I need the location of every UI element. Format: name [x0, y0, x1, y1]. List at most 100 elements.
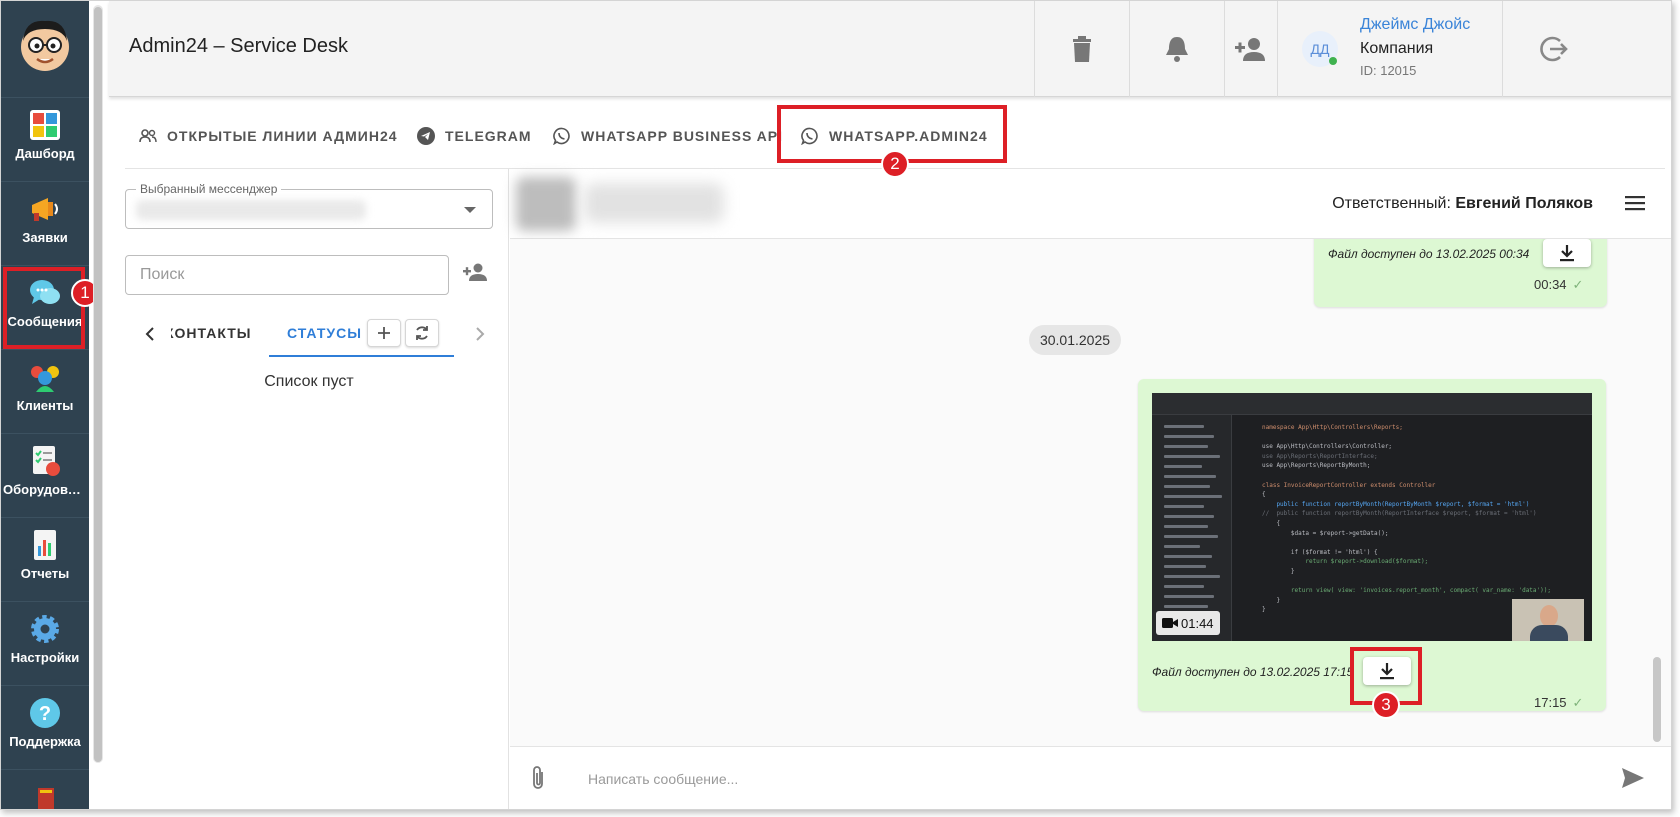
code-line: }: [1262, 567, 1295, 575]
chevron-left-icon[interactable]: [145, 327, 155, 341]
app-window: Дашборд Заявки Сообщения Клиенты Оборудо…: [0, 0, 1672, 810]
video-preview[interactable]: namespace App\Http\Controllers\Reports; …: [1152, 393, 1592, 641]
ide-toolbar: [1152, 393, 1592, 415]
sidebar-item-reports[interactable]: Отчеты: [1, 517, 89, 601]
sidebar-item-settings[interactable]: Настройки: [1, 601, 89, 685]
paperclip-icon[interactable]: [530, 765, 546, 791]
send-icon[interactable]: [1621, 767, 1645, 789]
user-company: Компания: [1360, 40, 1434, 57]
checklist-icon: [33, 446, 60, 476]
code-line: return $report->download($format);: [1262, 558, 1429, 566]
annotation-badge-3: 3: [1372, 691, 1400, 719]
messenger-select[interactable]: Выбранный мессенджер: [125, 182, 493, 229]
download-icon: [1560, 245, 1574, 262]
sidebar-item-label: Отчеты: [20, 566, 70, 581]
code-line: namespace App\Http\Controllers\Reports;: [1262, 424, 1403, 431]
logout-icon: [1539, 36, 1568, 62]
file-availability-note: Файл доступен до 13.02.2025 00:34: [1328, 247, 1530, 261]
sidebar-item-dashboard[interactable]: Дашборд: [1, 97, 89, 181]
sidebar-item-label: Заявки: [22, 230, 68, 245]
users-group-icon: [31, 366, 59, 392]
sidebar-scrollbar[interactable]: [93, 5, 103, 763]
callout-messages: [3, 267, 85, 349]
tab-label: WHATSAPP BUSINESS API: [581, 128, 783, 144]
chat-header: Ответственный: Евгений Поляков: [510, 169, 1671, 239]
code-line: class InvoiceReportController extends Co…: [1262, 481, 1436, 489]
code-line: }: [1262, 596, 1281, 604]
scrollbar-thumb[interactable]: [94, 7, 102, 762]
bell-icon: [1166, 37, 1188, 62]
tab-contacts[interactable]: КОНТАКТЫ: [171, 309, 261, 357]
tab-statuses[interactable]: СТАТУСЫ: [287, 309, 362, 357]
sidebar-item-clients[interactable]: Клиенты: [1, 349, 89, 433]
search-input[interactable]: [125, 255, 449, 295]
avatar[interactable]: ДД: [1302, 31, 1338, 67]
code-line: if ($format != 'html') {: [1262, 548, 1378, 556]
selected-messenger-value: [136, 200, 366, 220]
code-line: public function reportByMonth(ReportByMo…: [1262, 500, 1530, 508]
video-camera-icon: [1162, 618, 1178, 628]
sidebar-item-requests[interactable]: Заявки: [1, 181, 89, 265]
help-icon: ?: [30, 698, 60, 728]
message-input[interactable]: [588, 763, 1488, 795]
message-bubble-video: namespace App\Http\Controllers\Reports; …: [1138, 379, 1606, 719]
message-time: 17:15 ✓: [1534, 695, 1583, 711]
chevron-down-icon: [464, 207, 476, 213]
book-icon: [38, 788, 54, 809]
download-button[interactable]: [1543, 239, 1591, 267]
video-duration: 01:44: [1181, 615, 1214, 631]
contact-name: [584, 183, 724, 223]
message-composer: [510, 746, 1671, 809]
delete-button[interactable]: [1034, 1, 1129, 97]
user-name[interactable]: Джеймс Джойс: [1360, 16, 1470, 34]
message-list[interactable]: Файл доступен до 13.02.2025 00:34 00:34 ✓…: [510, 239, 1671, 746]
logout-button[interactable]: [1502, 1, 1602, 97]
tab-contacts-label: КОНТАКТЫ: [171, 325, 252, 341]
sidebar-item-equipment[interactable]: Оборудован...: [1, 433, 89, 517]
messages-scrollbar[interactable]: [1653, 657, 1661, 742]
logo-icon[interactable]: [15, 15, 75, 75]
code-line: use App\Http\Controllers\Controller;: [1262, 443, 1393, 451]
messenger-select-label: Выбранный мессенджер: [136, 182, 282, 196]
refresh-icon: [416, 326, 428, 340]
menu-icon[interactable]: [1625, 195, 1645, 211]
user-id: ID: 12015: [1360, 63, 1417, 78]
svg-text:?: ?: [39, 703, 51, 725]
plus-icon: [378, 327, 390, 339]
responsible-name[interactable]: Евгений Поляков: [1455, 195, 1593, 212]
sidebar-item-label: Настройки: [10, 650, 80, 665]
add-status-button[interactable]: [367, 319, 401, 347]
sidebar-item-label: Клиенты: [16, 398, 74, 413]
tab-whatsapp-business-api[interactable]: WHATSAPP BUSINESS API: [553, 111, 783, 161]
code-line: return view( view: 'invoices.report_mont…: [1262, 587, 1551, 595]
dashboard-icon: [30, 110, 60, 140]
add-contact-icon[interactable]: [463, 263, 487, 281]
code-content: namespace App\Http\Controllers\Reports; …: [1262, 423, 1551, 615]
add-user-button[interactable]: [1224, 1, 1277, 97]
megaphone-icon: [32, 198, 58, 221]
sidebar-item-support[interactable]: ? Поддержка: [1, 685, 89, 769]
ide-file-tree: [1152, 415, 1232, 641]
sidebar-item-label: Дашборд: [15, 146, 75, 161]
code-line: {: [1262, 491, 1266, 499]
tab-label: ОТКРЫТЫЕ ЛИНИИ АДМИН24: [167, 128, 398, 144]
notifications-button[interactable]: [1129, 1, 1224, 97]
contact-avatar: [516, 177, 576, 231]
trash-icon: [1073, 36, 1091, 62]
check-icon: ✓: [1572, 277, 1584, 292]
chevron-right-icon[interactable]: [475, 327, 485, 341]
tab-open-lines[interactable]: ОТКРЫТЫЕ ЛИНИИ АДМИН24: [139, 111, 398, 161]
online-status-dot: [1329, 57, 1337, 65]
active-tab-indicator: [269, 355, 454, 357]
check-icon: ✓: [1572, 695, 1584, 710]
code-line: use App\Reports\ReportByMonth;: [1262, 462, 1371, 470]
refresh-button[interactable]: [405, 319, 439, 347]
tab-label: TELEGRAM: [445, 128, 532, 144]
user-profile[interactable]: ДД Джеймс Джойс Компания ID: 12015: [1277, 1, 1502, 97]
page-title: Admin24 – Service Desk: [129, 35, 348, 57]
header: Admin24 – Service Desk ДД Джеймс Джойс К…: [109, 1, 1671, 97]
sidebar-item-more[interactable]: [1, 769, 89, 809]
contact-subtabs: КОНТАКТЫ СТАТУСЫ: [125, 309, 493, 357]
tab-telegram[interactable]: TELEGRAM: [417, 111, 532, 161]
responsible-label: Ответственный:: [1332, 195, 1451, 212]
